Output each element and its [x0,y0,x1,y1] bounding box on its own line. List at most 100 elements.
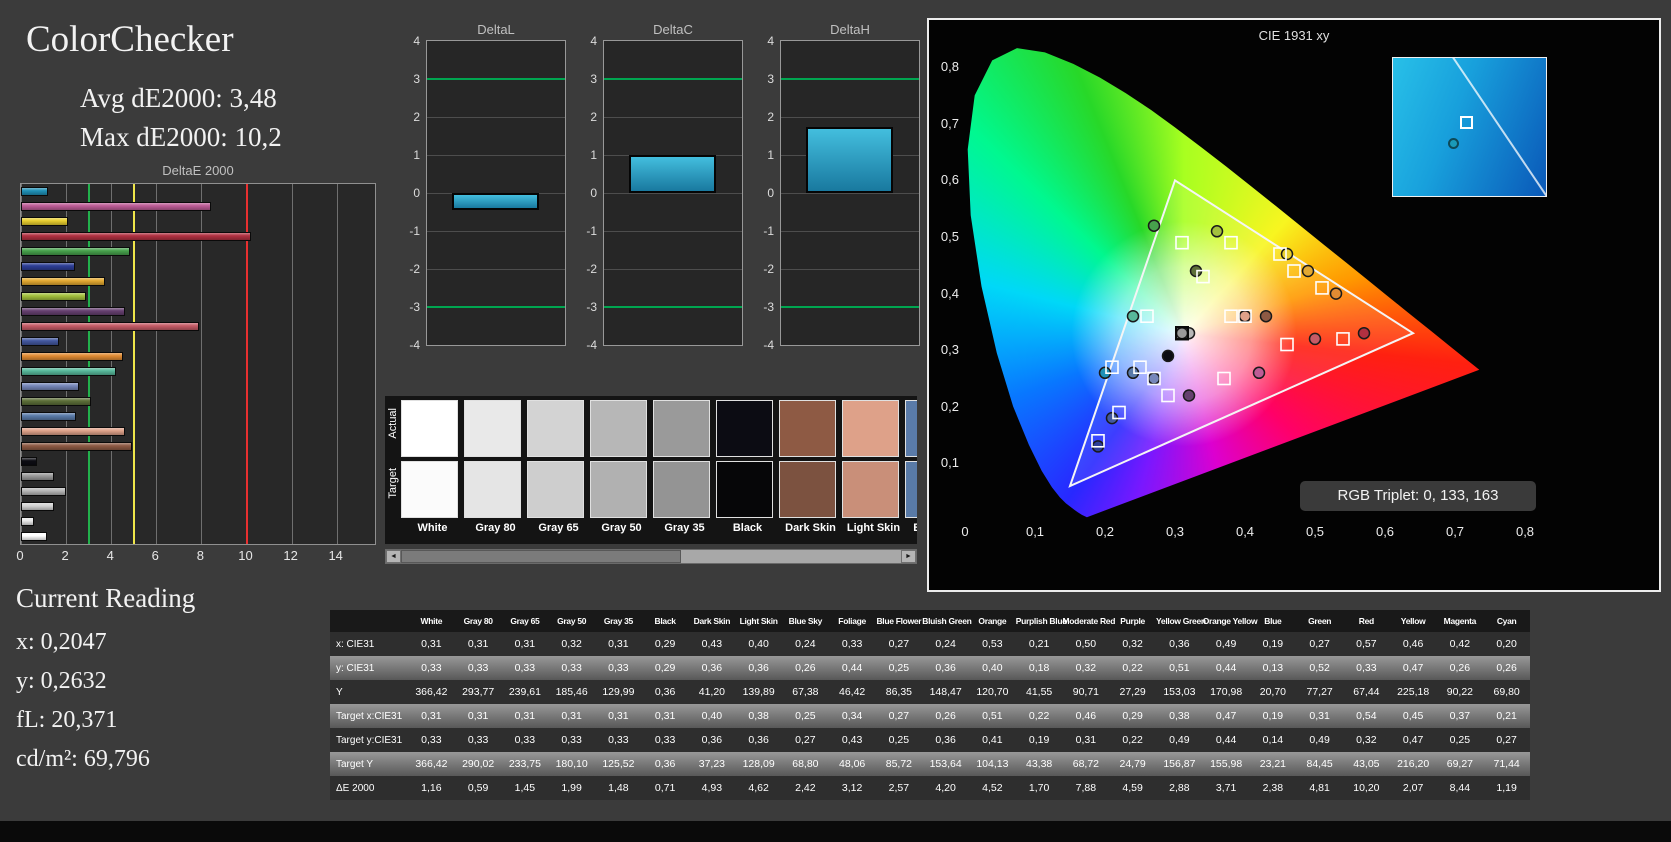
table-cell: 0,33 [828,632,876,656]
gridline [336,184,338,544]
deltae-x-axis: 0 2 4 6 8 10 12 14 [16,548,376,564]
limit-line [427,306,565,308]
column-header: Purple [1109,610,1156,632]
table-cell: 0,47 [1389,656,1437,680]
target-swatch-row [401,461,917,518]
table-cell: 0,31 [501,704,549,728]
table-cell: 1,70 [1015,776,1063,800]
table-cell: 67,44 [1343,680,1390,704]
table-cell: 71,44 [1483,752,1530,776]
deltae-bar [21,532,48,541]
max-de2000-label: Max dE2000: 10,2 [80,122,282,152]
deltae-bar [21,322,199,331]
axis-tick-label: 0,7 [1445,524,1465,539]
axis-tick-label: -1 [409,224,420,238]
table-cell: 0,21 [1015,632,1063,656]
scroll-left-button[interactable]: ◄ [386,550,401,563]
axis-tick-label: 0,1 [940,455,959,471]
deltah-chart-title: DeltaH [830,22,870,37]
table-cell: 0,26 [922,704,969,728]
gridline [604,268,742,270]
axis-tick-label: 0,3 [1165,524,1185,539]
table-cell: 0,50 [1062,632,1110,656]
page-title: ColorChecker [26,19,234,60]
scroll-thumb[interactable] [401,550,681,563]
axis-tick-label: 2 [590,110,597,124]
table-cell: 0,31 [408,704,455,728]
scroll-right-button[interactable]: ► [901,550,916,563]
table-cell: 0,38 [735,704,782,728]
table-cell: 4,62 [735,776,782,800]
axis-tick-label: 2 [413,110,420,124]
table-cell: 153,03 [1156,680,1203,704]
table-cell: 7,88 [1062,776,1110,800]
gridline [781,230,919,232]
table-cell: 0,36 [922,656,969,680]
table-cell: 0,33 [548,728,595,752]
swatch-target [716,461,773,518]
table-cell: 0,27 [1296,632,1343,656]
deltae-bar-chart [20,183,376,545]
table-cell: 0,33 [548,656,595,680]
axis-tick-label: 3 [767,72,774,86]
column-header: Light Skin [735,610,782,632]
column-header: Orange Yellow [1202,610,1258,632]
axis-tick-label: 0,6 [940,172,959,188]
table-cell: 0,14 [1249,728,1297,752]
swatch-actual [716,400,773,457]
avg-de2000-label: Avg dE2000: 3,48 [80,83,277,113]
swatch-panel: Actual Target White Gray 80 Gray 65 Gray 50… [385,396,917,544]
actual-row-label: Actual [387,408,399,439]
axis-tick-label: 3 [590,72,597,86]
table-cell: 0,31 [595,632,642,656]
table-cell: 0,27 [875,632,923,656]
deltae-bar [21,307,125,316]
swatch-target [779,461,836,518]
table-cell: 1,16 [408,776,455,800]
deltal-chart-title: DeltaL [477,22,515,37]
axis-tick-label: -2 [763,262,774,276]
axis-tick-label: 2 [767,110,774,124]
axis-tick-label: 10 [238,548,253,563]
scroll-right-icon: ► [905,553,912,560]
column-header: Magenta [1436,610,1484,632]
table-cell: 0,33 [408,656,455,680]
limit-line [604,78,742,80]
gridline [781,268,919,270]
deltac-chart-title: DeltaC [653,22,693,37]
limit-line [427,78,565,80]
current-y-value: y: 0,2632 [16,668,107,694]
table-cell: 1,99 [548,776,595,800]
rgb-triplet-label: RGB Triplet: 0, 133, 163 [1300,481,1536,511]
table-cell: 0,31 [641,704,689,728]
table-cell: 41,20 [688,680,736,704]
swatch-actual [401,400,458,457]
scroll-track[interactable] [401,550,901,563]
axis-tick-label: 4 [413,34,420,48]
swatch-target [590,461,647,518]
table-cell: 366,42 [408,680,455,704]
swatch-actual [842,400,899,457]
deltae-bar [21,397,92,406]
table-cell: 0,47 [1389,728,1437,752]
column-header: Gray 50 [548,610,595,632]
current-cdm2-value: cd/m²: 69,796 [16,746,150,772]
table-cell: 0,34 [828,704,876,728]
table-cell: 77,27 [1296,680,1343,704]
measured-point [1357,326,1371,340]
measured-point [1175,326,1189,340]
swatch-actual [590,400,647,457]
swatch-target [653,461,710,518]
deltae-bar [21,277,105,286]
measured-point [1182,389,1196,402]
swatch-scrollbar[interactable]: ◄ ► [385,549,917,564]
table-cell: 0,31 [1062,728,1110,752]
axis-tick-label: 0 [413,186,420,200]
table-cell: 2,07 [1389,776,1437,800]
column-header: Orange [969,610,1016,632]
table-cell: 0,40 [688,704,736,728]
swatch-target [401,461,458,518]
table-cell: 0,38 [1156,704,1203,728]
table-cell: 48,06 [828,752,876,776]
column-header: Yellow [1389,610,1437,632]
